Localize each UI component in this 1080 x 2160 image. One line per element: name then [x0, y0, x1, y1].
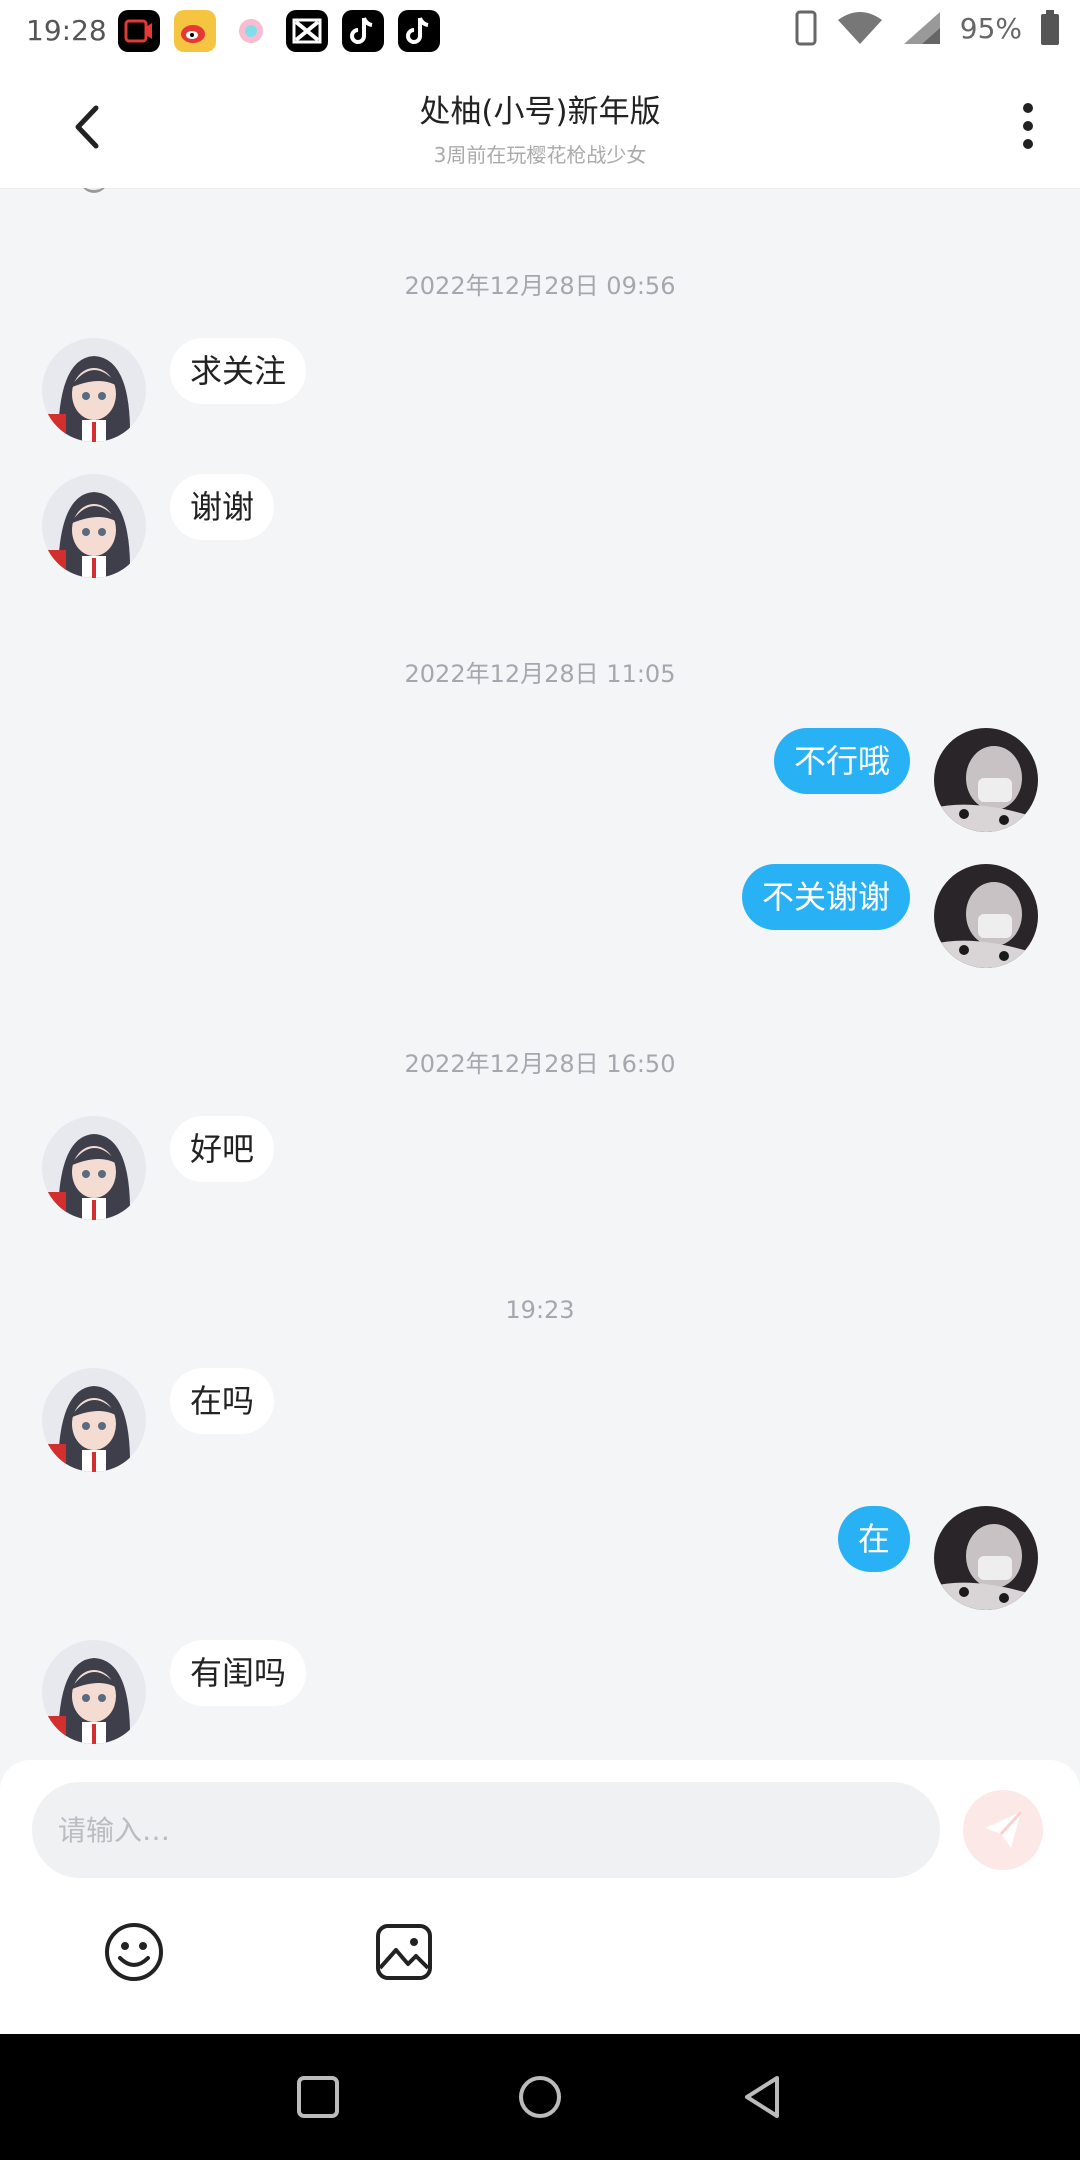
user-photo-avatar-icon: [934, 728, 1038, 832]
anime-girl-avatar-icon: [42, 474, 146, 578]
avatar[interactable]: [42, 1640, 146, 1744]
smiley-icon: [105, 1923, 163, 1981]
image-button[interactable]: [372, 1920, 436, 1984]
message-bubble-incoming[interactable]: 在吗: [170, 1368, 275, 1434]
send-button[interactable]: [963, 1790, 1043, 1870]
chat-subtitle: 3周前在玩樱花枪战少女: [433, 143, 647, 167]
anime-girl-avatar-icon: [42, 1640, 146, 1744]
emoji-button[interactable]: [102, 1920, 166, 1984]
message-bubble-outgoing[interactable]: 不关谢谢: [741, 864, 910, 930]
battery-percent: 95%: [959, 11, 1022, 45]
message-input[interactable]: [32, 1782, 940, 1878]
more-options-button[interactable]: [1016, 98, 1040, 154]
my-avatar[interactable]: [934, 728, 1038, 832]
wifi-icon: [837, 12, 882, 44]
user-photo-avatar-icon: [934, 1506, 1038, 1610]
square-icon: [297, 2076, 339, 2118]
timestamp: 2022年12月28日 16:50: [404, 1050, 676, 1078]
recents-button[interactable]: [293, 2072, 343, 2122]
message-bubble-outgoing[interactable]: 不行哦: [773, 728, 910, 794]
avatar[interactable]: [42, 1368, 146, 1472]
timestamp: 2022年12月28日 09:56: [404, 272, 676, 300]
tiktok-icon: [342, 10, 384, 52]
flower-app-icon: [230, 10, 272, 52]
more-vertical-icon: [1023, 103, 1033, 149]
message-bubble-incoming[interactable]: 谢谢: [170, 474, 275, 540]
status-time: 19:28: [26, 14, 107, 47]
battery-icon: [1041, 10, 1059, 45]
my-avatar[interactable]: [934, 864, 1038, 968]
message-bubble-outgoing[interactable]: 在: [837, 1506, 910, 1572]
chat-title: 处柚(小号)新年版: [419, 94, 661, 130]
anime-girl-avatar-icon: [42, 1368, 146, 1472]
message-composer: [0, 1760, 1080, 2034]
image-icon: [376, 1924, 432, 1980]
avatar[interactable]: [42, 338, 146, 442]
triangle-left-icon: [745, 2076, 779, 2118]
status-app-icons: [118, 10, 440, 52]
avatar[interactable]: [42, 1116, 146, 1220]
phone-icon: [795, 10, 817, 46]
message-list[interactable]: 2022年12月28日 09:56 求关注 谢谢 2022年12月28日 11:…: [0, 188, 1080, 1760]
video-app-icon: [118, 10, 160, 52]
system-nav-bar: [0, 2034, 1080, 2160]
status-right: 95%: [794, 10, 1060, 46]
back-nav-button[interactable]: [737, 2072, 787, 2122]
anime-girl-avatar-icon: [42, 338, 146, 442]
avatar-edge: [80, 188, 108, 193]
chat-header: 处柚(小号)新年版 3周前在玩樱花枪战少女: [0, 64, 1080, 189]
circle-icon: [519, 2076, 561, 2118]
message-bubble-incoming[interactable]: 求关注: [170, 338, 307, 404]
message-bubble-incoming[interactable]: 好吧: [170, 1116, 275, 1182]
signal-icon: [903, 12, 940, 44]
title-block: 处柚(小号)新年版 3周前在玩樱花枪战少女: [0, 86, 1080, 168]
capcut-icon: [286, 10, 328, 52]
message-bubble-incoming[interactable]: 有闺吗: [170, 1640, 307, 1706]
status-bar: 19:28 95%: [0, 0, 1080, 64]
user-photo-avatar-icon: [934, 864, 1038, 968]
my-avatar[interactable]: [934, 1506, 1038, 1610]
avatar[interactable]: [42, 474, 146, 578]
anime-girl-avatar-icon: [42, 1116, 146, 1220]
paper-plane-icon: [985, 1810, 1023, 1848]
home-button[interactable]: [515, 2072, 565, 2122]
weibo-icon: [174, 10, 216, 52]
timestamp: 19:23: [505, 1296, 575, 1324]
tiktok-icon: [398, 10, 440, 52]
timestamp: 2022年12月28日 11:05: [404, 660, 676, 688]
